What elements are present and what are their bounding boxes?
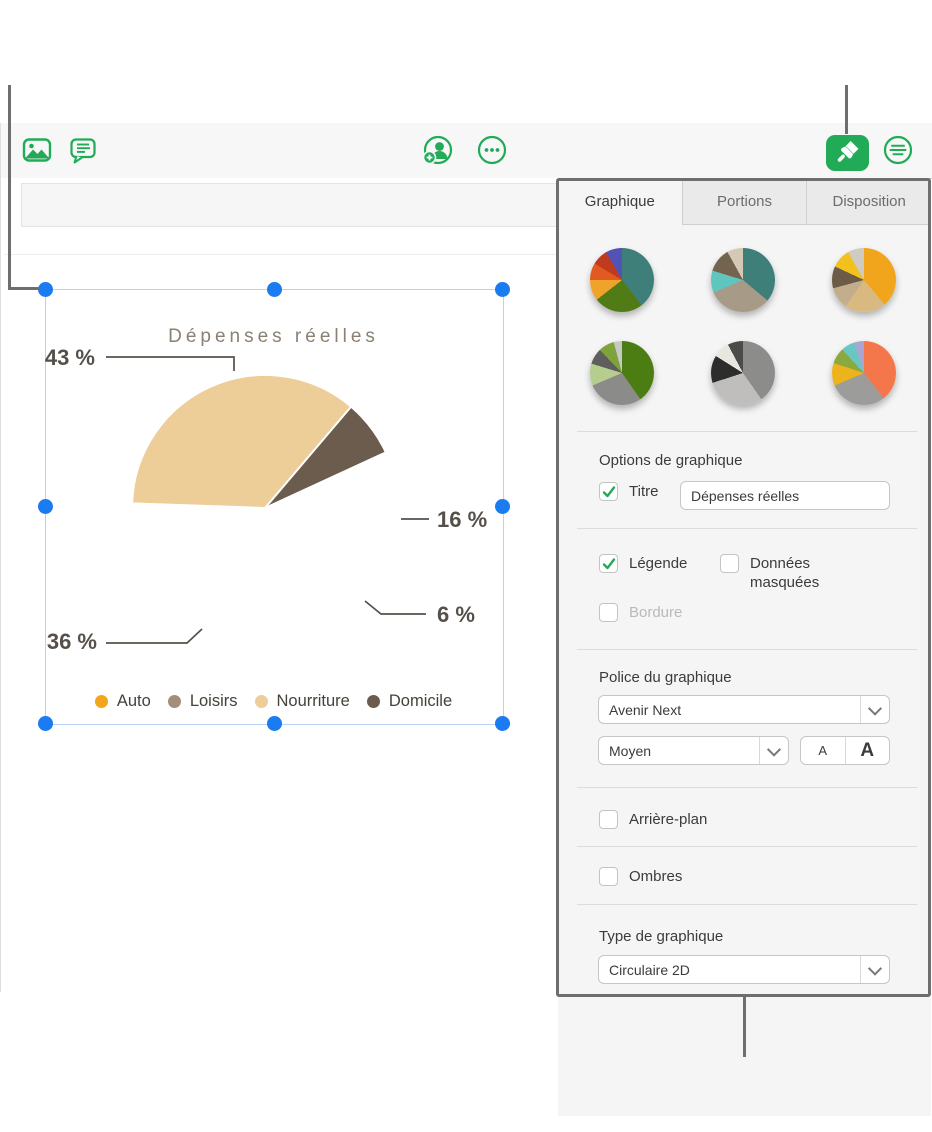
hidden-data-checkbox-row: Données masquées	[720, 554, 819, 592]
selection-handle-middle-left[interactable]	[38, 499, 53, 514]
chart-style-thumbnail-3[interactable]	[832, 248, 896, 312]
callout-6	[364, 600, 426, 615]
legend-item: Loisirs	[167, 692, 238, 711]
divider	[577, 846, 917, 847]
font-weight-value: Moyen	[609, 742, 652, 759]
hidden-data-checkbox-label: Données masquées	[750, 554, 819, 592]
toolbar	[1, 123, 932, 179]
slice-label-loisirs: 6 %	[437, 602, 475, 627]
decrease-font-size-button[interactable]: A	[801, 737, 846, 764]
pie-slices[interactable]	[131, 373, 388, 510]
title-checkbox[interactable]	[599, 482, 618, 501]
callout-line-left-vertical	[8, 85, 11, 290]
organize-icon[interactable]	[881, 133, 915, 167]
divider	[577, 431, 917, 432]
legend-item: Auto	[94, 692, 151, 711]
callout-36	[106, 628, 203, 644]
shadows-checkbox[interactable]	[599, 867, 618, 886]
legend-item: Nourriture	[254, 692, 350, 711]
increase-font-size-button[interactable]: A	[846, 737, 890, 764]
comment-icon[interactable]	[66, 133, 100, 167]
font-heading: Police du graphique	[599, 669, 732, 686]
callout-43	[106, 356, 235, 371]
selection-handle-bottom-left[interactable]	[38, 716, 53, 731]
legend-label: Auto	[116, 692, 151, 710]
legend-item: Domicile	[366, 692, 453, 711]
title-checkbox-row: Titre	[599, 482, 658, 501]
chart-title-input[interactable]	[680, 481, 890, 510]
font-weight-dropdown[interactable]: Moyen	[598, 736, 789, 765]
legend-swatch-domicile	[366, 695, 380, 708]
chart-style-thumbnail-6[interactable]	[832, 341, 896, 405]
chevron-down-icon	[860, 956, 889, 983]
chart-type-dropdown[interactable]: Circulaire 2D	[598, 955, 890, 984]
add-collaborator-icon[interactable]	[421, 133, 455, 167]
selection-handle-top-left[interactable]	[38, 282, 53, 297]
border-checkbox[interactable]	[599, 603, 618, 622]
tab-portions[interactable]: Portions	[681, 179, 807, 225]
callout-line-sidebar-stem	[743, 997, 746, 1057]
chart-style-thumbnail-1[interactable]	[590, 248, 654, 312]
pie-slice-nourriture[interactable]	[131, 373, 353, 510]
font-size-segmented-control: A A	[800, 736, 890, 765]
chart-legend: Auto Loisirs Nourriture Domicile	[45, 692, 502, 711]
chevron-down-icon	[759, 737, 788, 764]
slice-label-auto: 16 %	[437, 507, 488, 532]
font-family-value: Avenir Next	[609, 701, 682, 718]
selection-handle-middle-right[interactable]	[495, 499, 510, 514]
shadows-checkbox-row: Ombres	[599, 867, 682, 886]
document-canvas[interactable]: Dépenses réelles 43 % 16 % 6 % 36 % Auto	[1, 178, 559, 992]
legend-label: Domicile	[388, 692, 453, 710]
selection-handle-bottom-right[interactable]	[495, 716, 510, 731]
more-icon[interactable]	[475, 133, 509, 167]
title-checkbox-label: Titre	[629, 483, 659, 500]
divider	[577, 528, 917, 529]
chart-type-heading: Type de graphique	[599, 928, 724, 945]
border-checkbox-row: Bordure	[599, 603, 682, 622]
legend-swatch-nourriture	[254, 695, 268, 708]
chart-type-value: Circulaire 2D	[609, 961, 690, 978]
hidden-data-checkbox[interactable]	[720, 554, 739, 573]
chart-style-thumbnail-4[interactable]	[590, 341, 654, 405]
chart-style-thumbnail-2[interactable]	[711, 248, 775, 312]
tab-disposition[interactable]: Disposition	[806, 179, 932, 225]
chart-style-thumbnail-5[interactable]	[711, 341, 775, 405]
legend-swatch-loisirs	[167, 695, 181, 708]
page: Dépenses réelles 43 % 16 % 6 % 36 % Auto	[0, 0, 932, 1132]
background-checkbox-row: Arrière-plan	[599, 810, 707, 829]
divider	[577, 904, 917, 905]
format-sidebar: Graphique Portions Disposition Options d…	[558, 179, 932, 1116]
legend-checkbox-row: Légende	[599, 554, 687, 573]
background-checkbox-label: Arrière-plan	[629, 811, 708, 828]
app-window: Dépenses réelles 43 % 16 % 6 % 36 % Auto	[0, 123, 932, 1116]
font-family-dropdown[interactable]: Avenir Next	[598, 695, 890, 724]
selection-handle-bottom-center[interactable]	[267, 716, 282, 731]
format-paintbrush-icon	[837, 141, 859, 162]
slice-label-domicile: 43 %	[44, 345, 95, 370]
hidden-data-line2: masquées	[750, 574, 820, 591]
callout-line-left-horizontal	[8, 287, 39, 290]
selection-handle-top-center[interactable]	[267, 282, 282, 297]
options-heading: Options de graphique	[599, 452, 743, 469]
divider	[577, 787, 917, 788]
tab-graphique[interactable]: Graphique	[558, 179, 682, 225]
callout-line-format-button	[845, 85, 848, 134]
legend-swatch-auto	[94, 695, 108, 708]
chevron-down-icon	[860, 696, 889, 723]
format-paintbrush-button[interactable]	[826, 135, 869, 171]
legend-label: Loisirs	[189, 692, 238, 710]
hidden-data-line1: Données	[750, 555, 811, 572]
legend-checkbox-label: Légende	[629, 555, 688, 572]
shadows-checkbox-label: Ombres	[629, 868, 683, 885]
media-icon[interactable]	[20, 133, 54, 167]
background-checkbox[interactable]	[599, 810, 618, 829]
sidebar-tabbar: Graphique Portions Disposition	[558, 179, 932, 225]
slice-label-nourriture: 36 %	[46, 629, 97, 654]
pie-chart	[106, 356, 429, 644]
legend-checkbox[interactable]	[599, 554, 618, 573]
divider	[577, 649, 917, 650]
selection-handle-top-right[interactable]	[495, 282, 510, 297]
border-checkbox-label: Bordure	[629, 604, 683, 621]
legend-label: Nourriture	[276, 692, 350, 710]
